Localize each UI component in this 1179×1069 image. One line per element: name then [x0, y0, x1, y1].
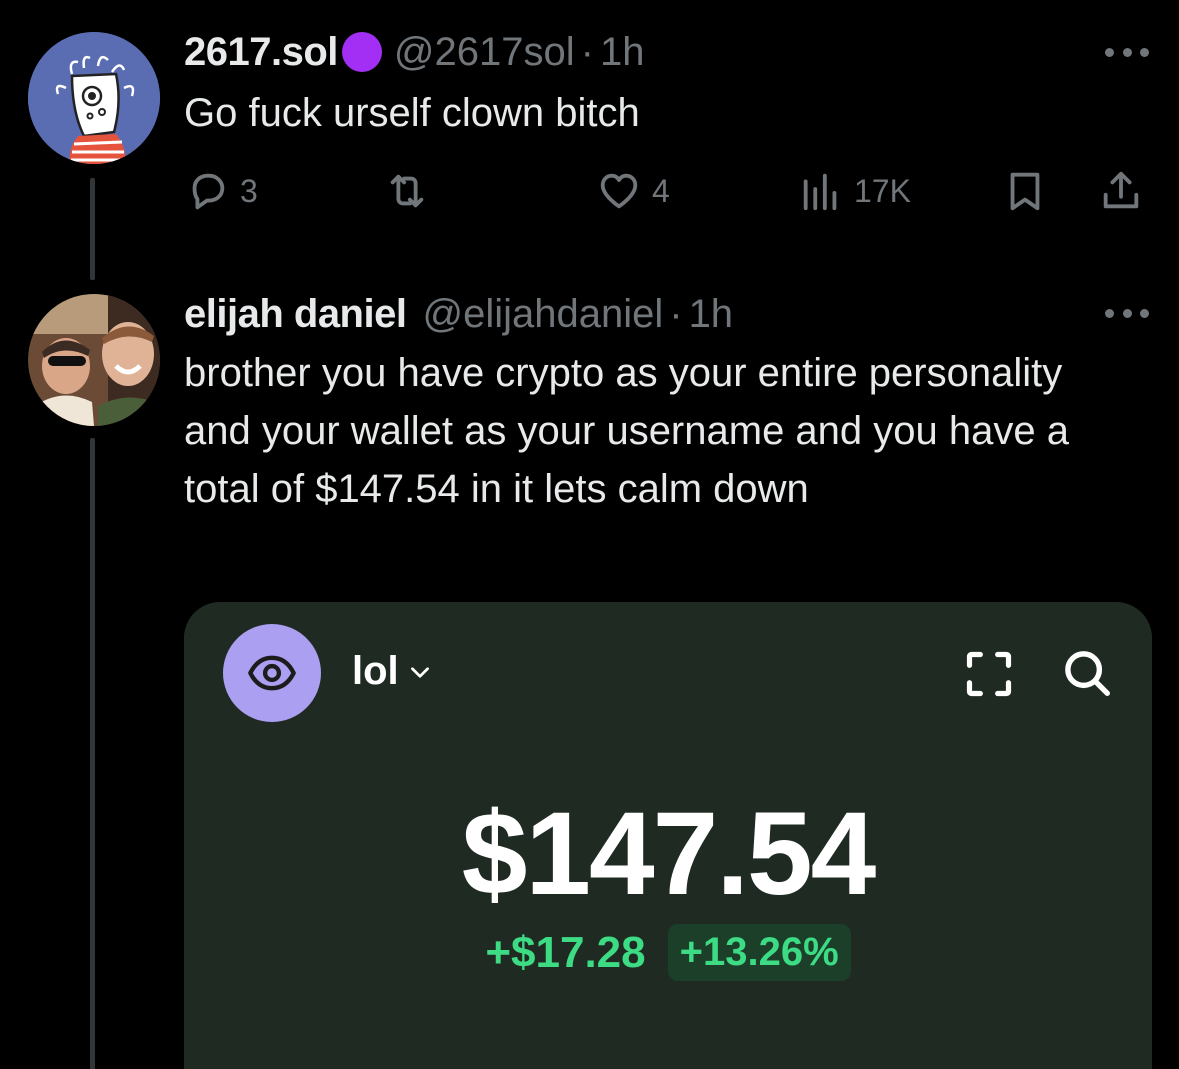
tweet-header: elijah daniel @elijahdaniel · 1h	[184, 290, 733, 338]
more-options-icon[interactable]	[1105, 45, 1149, 59]
thread-connector-line	[90, 438, 95, 1069]
wallet-avatar[interactable]	[223, 624, 321, 722]
like-button[interactable]: 4	[596, 165, 670, 217]
thread-connector-line	[90, 178, 95, 280]
avatar[interactable]	[28, 294, 160, 426]
handle[interactable]: @elijahdaniel	[422, 290, 663, 338]
repost-button[interactable]	[384, 165, 440, 217]
avatar[interactable]	[28, 32, 160, 164]
repost-icon	[390, 174, 424, 208]
attached-wallet-image[interactable]: lol $147.54 +$17.28 +13.26%	[184, 602, 1152, 1069]
handle[interactable]: @2617sol	[394, 28, 575, 76]
eye-icon	[248, 655, 296, 691]
wallet-selector[interactable]: lol	[352, 649, 433, 694]
timestamp[interactable]: 1h	[689, 290, 734, 338]
display-name[interactable]: 2617.sol	[184, 28, 338, 76]
balance-change-row: +$17.28 +13.26%	[184, 924, 1152, 981]
profile-photo-image	[28, 294, 160, 426]
heart-icon	[600, 173, 638, 209]
scan-icon[interactable]	[963, 648, 1015, 700]
change-usd: +$17.28	[485, 927, 646, 977]
bookmark-button[interactable]	[1002, 165, 1048, 217]
purple-circle-icon	[341, 32, 382, 72]
display-name[interactable]: elijah daniel	[184, 290, 407, 338]
share-icon	[1103, 171, 1139, 209]
timestamp[interactable]: 1h	[600, 28, 645, 76]
separator-dot: ·	[580, 30, 594, 74]
reply-button[interactable]: 3	[184, 165, 258, 217]
wallet-balance: $147.54	[461, 788, 877, 920]
reply-count: 3	[240, 172, 258, 209]
reply-icon	[192, 173, 225, 210]
bookmark-icon	[1010, 172, 1040, 211]
like-count: 4	[652, 172, 670, 209]
separator-dot: ·	[669, 292, 683, 336]
cartoon-avatar-image	[28, 32, 160, 164]
tweet-header: 2617.sol @2617sol · 1h	[184, 28, 644, 76]
tweet-text: Go fuck urself clown bitch	[184, 91, 640, 135]
search-icon[interactable]	[1060, 646, 1114, 700]
chevron-down-icon	[410, 666, 429, 678]
share-button[interactable]	[1098, 165, 1144, 217]
tweet-actions: 3 4 17K	[184, 165, 1149, 217]
views-chart-icon	[803, 173, 837, 211]
more-options-icon[interactable]	[1105, 306, 1149, 320]
change-percent-badge: +13.26%	[667, 924, 851, 981]
tweet-text: brother you have crypto as your entire p…	[184, 351, 1081, 511]
wallet-name: lol	[352, 649, 399, 693]
thread-view: 2617.sol @2617sol · 1h Go fuck urself cl…	[0, 0, 1179, 1069]
view-count: 17K	[854, 172, 911, 209]
views-button[interactable]: 17K	[798, 165, 911, 217]
